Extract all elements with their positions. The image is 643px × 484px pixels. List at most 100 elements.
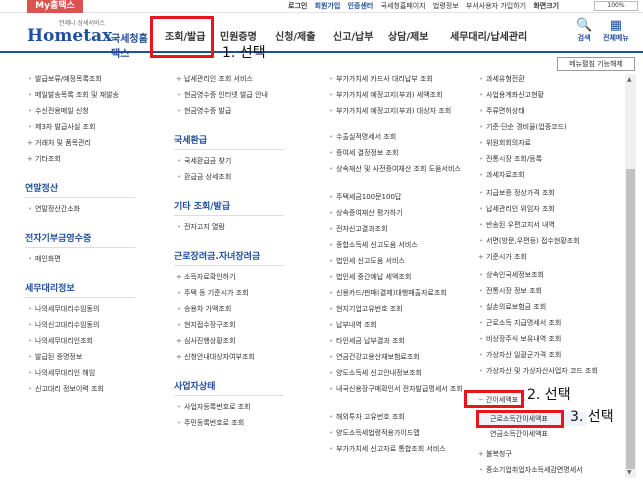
menu-item[interactable]: 과세자료조회 [479,171,525,180]
menu-item[interactable]: 증여세 결정정보 조회 [329,149,398,158]
menu-item[interactable]: 상속인국세정보조회 [479,271,544,280]
menu-item[interactable]: 메일발송목록 조회 및 재발송 [28,91,119,100]
menu-item[interactable]: 전자신고결과조회 [329,225,387,234]
menu-item[interactable]: 주류면허상태 [479,107,525,116]
menu-item[interactable]: 근로소득 지급명세서 조회 [479,319,561,328]
menu-item[interactable]: 나의세무대리수임동의 [28,305,99,314]
signup-link[interactable]: 회원가입 [315,2,341,10]
menu-item[interactable]: 불복청구 [478,450,512,459]
top-links: 로그인 회원가입 인증센터 국세청홈페이지 법령정보 부서사용자 가입하기 화면… [288,1,564,11]
menu-item[interactable]: 반송된 우편고지서 내역 [479,221,555,230]
section-annual-settlement: 연말정산 [25,184,59,194]
menu-item[interactable]: 제3자 발급사실 조회 [28,123,95,132]
menu-item[interactable]: 납부내역 조회 [329,321,377,330]
search-button[interactable]: 🔍 검색 [576,19,592,43]
menu-item[interactable]: 연금건강고용산재보험료조회 [329,353,420,362]
menu-item[interactable]: 해외투자 고유번호 조회 [329,413,405,422]
menu-item[interactable]: 주민등록번호로 조회 [177,419,244,428]
menu-item[interactable]: 환급금 상세조회 [177,173,231,182]
nav-apply-submit[interactable]: 신청/제출 [275,28,315,43]
annotation-3: 3. 선택 [570,409,614,425]
menu-item[interactable]: 승용차 가액조회 [177,305,231,314]
cert-center-link[interactable]: 인증센터 [348,2,374,10]
menu-item[interactable]: 가상자산 및 가상자산사업자 코드 조회 [479,367,598,376]
menu-item[interactable]: 사업용계좌신고현황 [479,91,544,100]
menu-item[interactable]: 전자고지 열람 [177,223,225,232]
menu-item[interactable]: 소득자료확인하기 [176,273,235,282]
menu-item[interactable]: 현금영수증 발급 [177,107,231,116]
menu-item[interactable]: 발급된 증명정보 [28,353,82,362]
login-link[interactable]: 로그인 [288,2,307,10]
dept-user-signup-link[interactable]: 부서사용자 가입하기 [466,2,526,10]
menu-item[interactable]: 신청안내대상자여부조회 [176,353,255,362]
menu-item[interactable]: 법인세 신고도움 서비스 [329,257,405,266]
menu-item-pension-simple-tax[interactable]: 연금소득간이세액표 [490,430,548,439]
menu-item[interactable]: 부가가치세 예정고지(부과) 세액조회 [329,91,442,100]
menu-item[interactable]: 종합소득세 신고도움 서비스 [329,241,418,250]
menu-item[interactable]: 타인세금 납부결과 조회 [329,337,405,346]
menu-item[interactable]: 기준시가 조회 [478,253,527,262]
menu-item[interactable]: 위원회회의자료 [479,139,531,148]
menu-item[interactable]: 발급보류/예정목록조회 [28,75,102,84]
menu-item[interactable]: 법인세 중간예납 세액조회 [329,273,411,282]
section-other-inquiry: 기타 조회/발급 [174,202,231,212]
menu-item[interactable]: 수신전용메일 신청 [28,107,89,116]
menu-item[interactable]: 주택세금100문100답 [329,193,401,202]
menu-item[interactable]: 신고대리 정보이력 조회 [28,385,104,394]
menu-item[interactable]: 거래처 및 품목관리 [27,139,91,148]
menu-item[interactable]: 기타조회 [27,155,61,164]
logo-korean: 국세청홈택스 [111,34,148,60]
hometax-logo[interactable]: 언제나 상세서비스 Hometax 국세청홈택스 [27,18,155,60]
nav-report-pay[interactable]: 신고/납부 [333,28,373,43]
zoom-control[interactable]: 100% [594,1,638,11]
hometax-page: My홈택스 로그인 회원가입 인증센터 국세청홈페이지 법령정보 부서사용자 가… [0,0,643,484]
nts-home-link[interactable]: 국세청홈페이지 [381,2,426,10]
menu-item[interactable]: 신용카드/판매(결제)대행매출자료조회 [329,289,447,298]
nav-counsel-report[interactable]: 상담/제보 [388,28,428,43]
scrollbar-thumb[interactable] [626,169,635,469]
menu-item[interactable]: 메인화면 [28,255,61,264]
menu-item[interactable]: 부가가치세 신고자료 통합조회 서비스 [329,445,446,454]
menu-item[interactable]: 비상장주식 보유내역 조회 [479,335,561,344]
scroll-down-icon[interactable]: ▼ [627,469,632,476]
scroll-up-icon[interactable]: ▲ [627,76,632,83]
menu-item[interactable]: 나의세무대리인조회 [28,337,93,346]
menu-item[interactable]: 연말정산간소화 [28,205,80,214]
nav-civil-cert[interactable]: 민원증명 [220,28,257,43]
menu-item[interactable]: 중소기업취업자소득세감면명세서 [479,466,583,475]
menu-item[interactable]: 상속증여재산 평가하기 [329,209,403,218]
menu-item[interactable]: 서면(방문,우편등) 접수현황조회 [479,237,580,246]
law-info-link[interactable]: 법령정보 [433,2,459,10]
menu-item[interactable]: 전통시장 조회/등록 [479,155,542,164]
menu-item[interactable]: 현금영수증 인터넷 발급 안내 [177,91,268,100]
menu-item[interactable]: 기준·단순 경비율(업종코드) [479,123,567,132]
all-menu-button[interactable]: ▦ 전체메뉴 [603,19,629,43]
menu-item[interactable]: 현지접수장구조회 [177,321,235,330]
menu-item[interactable]: 나의세무대리인 해임 [28,369,95,378]
menu-item[interactable]: 수출실적명세서 조회 [329,133,396,142]
nav-tax-agent[interactable]: 세무대리/납세관리 [450,28,527,43]
menu-item[interactable]: 주택 등 기준시가 조회 [177,289,249,298]
menu-item[interactable]: 전통시장 정보 조회 [479,287,542,296]
menu-item[interactable]: 상속재산 및 사전증여재산 조회 도움서비스 [329,165,461,174]
my-hometax-tab[interactable]: My홈택스 [27,0,83,13]
menu-item[interactable]: 과세유형전환 [479,75,525,84]
menu-item[interactable]: 부가가치세 예정고지(부과) 대상자 조회 [329,107,451,116]
menu-item[interactable]: 양도소득세법령적용가이드맵 [329,429,420,438]
menu-item[interactable]: 납세관리인 위임자 조회 [479,205,555,214]
menu-item[interactable]: 실손의료보험금 조회 [479,303,546,312]
menu-item[interactable]: 심사진행상황조회 [176,337,235,346]
menu-item[interactable]: 납세관리인 조회 서비스 [176,75,253,84]
menu-item[interactable]: 내국신용장구매확인서 전자발급명세서 조회 [329,385,463,394]
menu-expand-toggle[interactable]: 메뉴펼침 기능해제 [557,57,635,71]
menu-item[interactable]: 가상자산 일괄군가격 조회 [479,351,561,360]
menu-item[interactable]: 사업자등록번호로 조회 [177,403,251,412]
menu-item[interactable]: 현지기업고유번호 조회 [329,305,403,314]
vertical-scrollbar[interactable]: ▲ ▼ [625,74,636,478]
menu-item[interactable]: 나의신고대리수임동의 [28,321,99,330]
menu-item[interactable]: 부가가치세 카드사 대리납부 조회 [329,75,433,84]
main-header: 언제나 상세서비스 Hometax 국세청홈택스 조회/발급 민원증명 신청/제… [0,14,643,60]
menu-item[interactable]: 양도소득세 신고안내정보조회 [329,369,422,378]
menu-item[interactable]: 지급보증 정상가격 조회 [479,189,555,198]
menu-item[interactable]: 국세환급금 찾기 [177,157,231,166]
